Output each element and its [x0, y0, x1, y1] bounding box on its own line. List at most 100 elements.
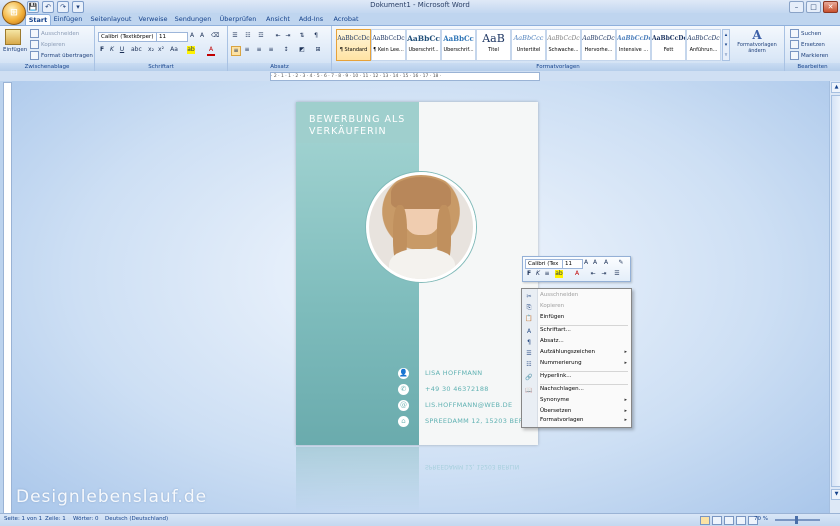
style-intense-emphasis[interactable]: AaBbCcDc Intensive ... [616, 29, 651, 61]
mini-center-icon[interactable]: ≡ [543, 270, 551, 278]
style-heading-1[interactable]: AaBbCc Überschrif... [406, 29, 441, 61]
styles-scroll[interactable]: ▴ ▾ ▿ [722, 29, 730, 61]
ctx-cut[interactable]: ✂ Ausschneiden [522, 291, 631, 302]
ctx-hyperlink[interactable]: 🔗 Hyperlink... [522, 372, 631, 383]
numbering-icon[interactable]: ☷ [244, 32, 252, 40]
status-page[interactable]: Seite: 1 von 1 [4, 516, 42, 522]
mini-increase-indent-icon[interactable]: ⇥ [600, 270, 608, 278]
mini-styles-icon[interactable]: A [602, 259, 610, 267]
tab-page-layout[interactable]: Seitenlayout [90, 14, 132, 25]
style-strong[interactable]: AaBbCcDc Fett [651, 29, 686, 61]
bullets-icon[interactable]: ☰ [231, 32, 239, 40]
scroll-down-icon[interactable]: ▼ [831, 489, 840, 500]
style-quote[interactable]: AaBbCcDc Anführun... [686, 29, 721, 61]
justify-icon[interactable]: ≡ [267, 46, 275, 54]
font-name-combo[interactable]: Calibri (Textkörper) [98, 32, 157, 42]
ctx-styles[interactable]: Formatvorlagen ▸ [522, 416, 631, 427]
document-title[interactable]: BEWERBUNG ALS VERKÄUFERIN [309, 114, 414, 138]
customize-qat-icon[interactable]: ▾ [72, 0, 84, 13]
paste-button[interactable]: Einfügen [3, 29, 27, 57]
office-button[interactable]: ⊞ [2, 1, 26, 25]
tab-acrobat[interactable]: Acrobat [331, 14, 361, 25]
close-button[interactable]: ✕ [823, 1, 838, 13]
borders-icon[interactable]: ⊞ [314, 46, 322, 54]
zoom-slider-thumb[interactable] [795, 516, 798, 524]
status-line[interactable]: Zeile: 1 [45, 516, 66, 522]
scroll-thumb[interactable] [831, 95, 840, 487]
contact-email-text[interactable]: LIS.HOFFMANN@WEB.DE [425, 401, 512, 409]
scroll-up-icon[interactable]: ▲ [831, 82, 840, 93]
grow-font-icon[interactable]: A [188, 32, 196, 40]
tab-mailings[interactable]: Sendungen [174, 14, 212, 25]
style-heading-2[interactable]: AaBbCc Überschrif... [441, 29, 476, 61]
mini-font-size-combo[interactable]: 11 [562, 259, 583, 269]
sort-icon[interactable]: ⇅ [298, 32, 306, 40]
highlight-icon[interactable]: ab [187, 46, 195, 54]
show-marks-icon[interactable]: ¶ [312, 32, 320, 40]
document-page[interactable]: BEWERBUNG ALS VERKÄUFERIN 👤 LISA HOFFMAN… [296, 102, 538, 445]
underline-button[interactable]: U [118, 46, 126, 54]
ctx-lookup[interactable]: 📖 Nachschlagen... [522, 385, 631, 396]
mini-format-painter-icon[interactable]: ✎ [617, 259, 625, 267]
horizontal-ruler[interactable]: · 2 · 1 · 1 · 2 · 3 · 4 · 5 · 6 · 7 · 8 … [270, 72, 540, 81]
mini-font-name-combo[interactable]: Calibri (Tex [525, 259, 563, 269]
mini-highlight-icon[interactable]: ab [555, 270, 563, 278]
vertical-ruler[interactable] [3, 82, 12, 514]
subscript-icon[interactable]: x₂ [147, 46, 155, 54]
zoom-level[interactable]: 70 % [754, 516, 768, 522]
mini-decrease-indent-icon[interactable]: ⇤ [589, 270, 597, 278]
redo-icon[interactable]: ↷ [57, 0, 69, 13]
ctx-bullets[interactable]: ☰ Aufzählungszeichen ▸ [522, 348, 631, 359]
minimize-button[interactable]: – [789, 1, 804, 13]
outline-icon[interactable] [736, 516, 746, 525]
mini-bold-icon[interactable]: F [525, 270, 533, 278]
mini-bullets-icon[interactable]: ☰ [613, 270, 621, 278]
shading-icon[interactable]: ◩ [298, 46, 306, 54]
copy-button[interactable]: Kopieren [30, 40, 65, 49]
profile-photo[interactable] [366, 172, 476, 282]
contact-name-text[interactable]: LISA HOFFMANN [425, 369, 482, 377]
mini-grow-font-icon[interactable]: A [582, 259, 590, 267]
bold-button[interactable]: F [98, 46, 106, 54]
contact-address-text[interactable]: SPREEDAMM 12, 15203 BERLIN [425, 417, 535, 425]
style-emphasis[interactable]: AaBbCcDc Hervorhe... [581, 29, 616, 61]
ctx-paragraph[interactable]: ¶ Absatz... [522, 337, 631, 348]
print-layout-icon[interactable] [700, 516, 710, 525]
status-words[interactable]: Wörter: 0 [73, 516, 99, 522]
mini-font-color-icon[interactable]: A [573, 270, 581, 278]
full-screen-icon[interactable] [712, 516, 722, 525]
style-no-spacing[interactable]: AaBbCcDc ¶ Kein Lee... [371, 29, 406, 61]
font-size-combo[interactable]: 11 [156, 32, 188, 42]
change-styles-button[interactable]: A Formatvorlagen ändern [734, 28, 780, 60]
ctx-font[interactable]: A Schriftart... [522, 326, 631, 337]
ctx-paste[interactable]: 📋 Einfügen [522, 313, 631, 324]
maximize-button[interactable]: □ [806, 1, 821, 13]
ctx-copy[interactable]: ⎘ Kopieren [522, 302, 631, 313]
clear-formatting-icon[interactable]: ⌫ [211, 32, 219, 40]
align-right-icon[interactable]: ≡ [255, 46, 263, 54]
vertical-scrollbar[interactable]: ▲ ▼ [829, 81, 840, 513]
ctx-synonyms[interactable]: Synonyme ▸ [522, 396, 631, 407]
decrease-indent-icon[interactable]: ⇤ [274, 32, 282, 40]
ctx-numbering[interactable]: ☷ Nummerierung ▸ [522, 359, 631, 370]
style-subtitle[interactable]: AaBbCcc Untertitel [511, 29, 546, 61]
find-button[interactable]: Suchen [790, 29, 821, 38]
tab-addins[interactable]: Add-Ins [297, 14, 325, 25]
save-icon[interactable]: 💾 [27, 0, 39, 13]
shrink-font-icon[interactable]: A [198, 32, 206, 40]
align-left-icon[interactable]: ≡ [231, 46, 241, 56]
italic-button[interactable]: K [108, 46, 116, 54]
font-color-icon[interactable]: A [207, 46, 215, 56]
mini-italic-icon[interactable]: K [534, 270, 542, 278]
tab-review[interactable]: Überprüfen [218, 14, 258, 25]
change-case-icon[interactable]: Aa [170, 46, 178, 54]
style-subtle-emphasis[interactable]: AaBbCcDc Schwache... [546, 29, 581, 61]
superscript-icon[interactable]: x² [157, 46, 165, 54]
style-standard[interactable]: AaBbCcDc ¶ Standard [336, 29, 371, 61]
replace-button[interactable]: Ersetzen [790, 40, 825, 49]
format-painter-button[interactable]: Format übertragen [30, 51, 93, 60]
tab-view[interactable]: Ansicht [264, 14, 292, 25]
align-center-icon[interactable]: ≡ [243, 46, 251, 54]
strikethrough-icon[interactable]: abc [131, 46, 142, 54]
select-button[interactable]: Markieren [790, 51, 828, 60]
